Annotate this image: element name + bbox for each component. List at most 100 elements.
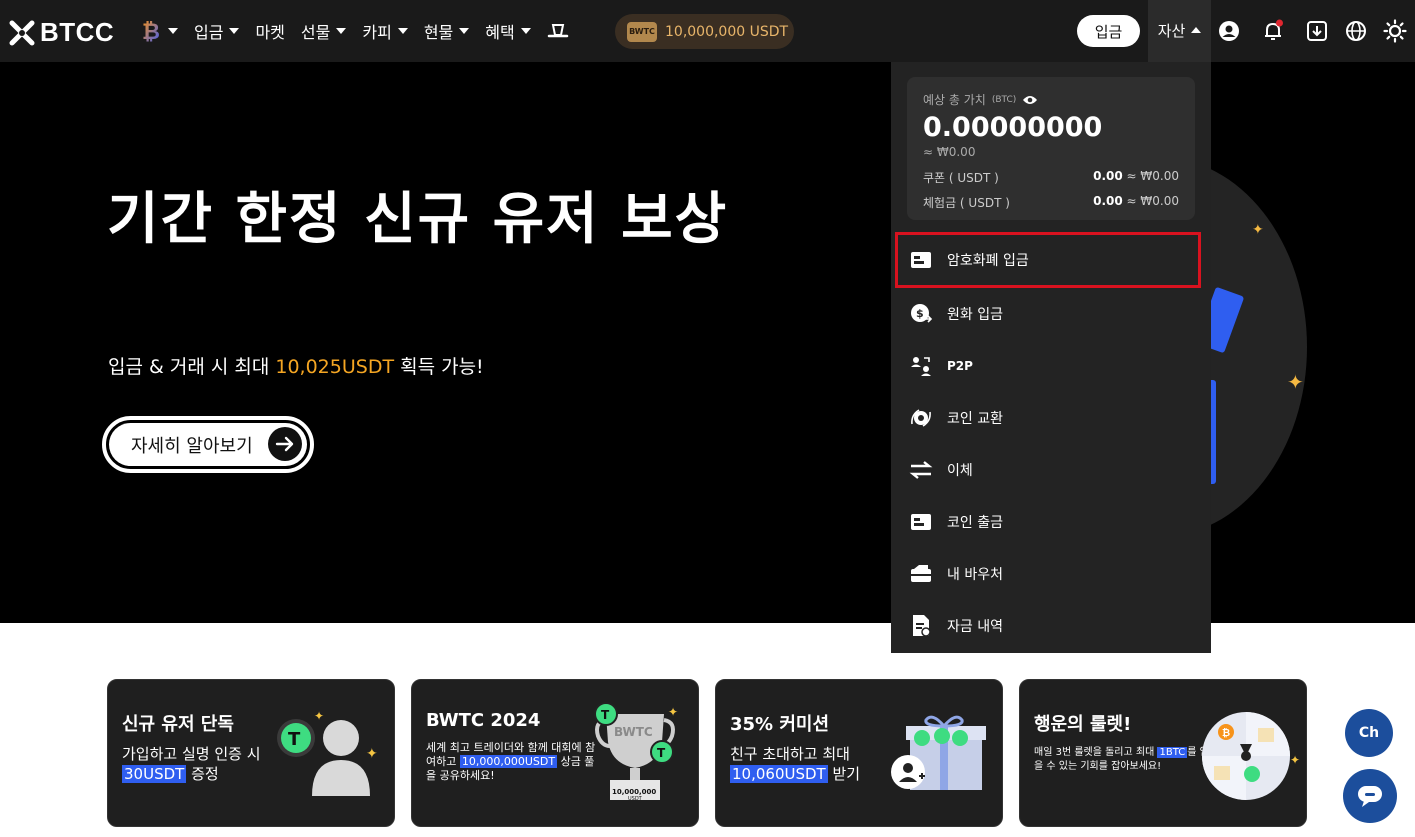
chevron-down-icon <box>229 28 240 34</box>
trial-value: 0.00 <box>1093 194 1123 208</box>
estimated-unit: (BTC) <box>991 94 1017 105</box>
nav-label: 카피 <box>362 23 392 42</box>
nav-label: 입금 <box>194 23 224 42</box>
assets-menu-tab[interactable]: 자산 <box>1148 0 1211 62</box>
nav-bitcoin-menu[interactable]: ₿ <box>140 18 178 44</box>
deposit-button[interactable]: 입금 <box>1077 15 1140 47</box>
hero-title: 기간 한정 신규 유저 보상 <box>107 187 729 252</box>
svg-text:✦: ✦ <box>366 746 378 762</box>
fund-history-icon <box>909 614 933 638</box>
nav-market[interactable]: 마켓 <box>255 19 284 43</box>
support-chat-button[interactable] <box>1343 769 1397 823</box>
menu-coin-withdraw[interactable]: 코인 출금 <box>895 494 1201 550</box>
coupon-value-wrap: 0.00 ≈ ₩0.00 <box>1093 169 1179 186</box>
download-app-icon[interactable] <box>1305 19 1329 43</box>
transfer-icon <box>909 458 933 482</box>
roulette-wheel-icon: ₿ ✦ <box>1202 712 1300 800</box>
coupon-value: 0.00 <box>1093 169 1123 183</box>
trophy-plate-text: 10,000,000 <box>612 788 656 796</box>
chevron-down-icon <box>168 28 178 34</box>
promo-card-new-user[interactable]: 신규 유저 단독 가입하고 실명 인증 시 30USDT 증정 T ✦ ✦ <box>107 679 395 827</box>
promo-card-bwtc[interactable]: BWTC 2024 세계 최고 트레이더와 함께 대회에 참여하고 10,000… <box>411 679 699 827</box>
svg-text:₿: ₿ <box>142 20 160 44</box>
card-text: 매일 3번 룰렛을 돌리고 최대 1BTC 를 얻을 수 있는 기회를 잡아보세요… <box>1034 746 1214 774</box>
menu-label: 암호화폐 입금 <box>947 253 1029 269</box>
user-profile-icon[interactable] <box>1217 19 1241 43</box>
nav-label: 혜택 <box>485 23 515 42</box>
main-nav: ₿ 입금 마켓 선물 카피 현물 혜택 <box>140 0 585 62</box>
p2p-icon <box>909 354 933 378</box>
learn-more-button[interactable]: 자세히 알아보기 <box>109 423 307 466</box>
menu-fiat-deposit[interactable]: $ 원화 입금 <box>895 286 1201 342</box>
nav-label: 마켓 <box>255 23 285 42</box>
menu-label: P2P <box>947 359 973 373</box>
magic-hat-icon <box>547 24 568 38</box>
card-text-prefix: 가입하고 실명 인증 시 <box>122 745 261 763</box>
new-user-art-icon: T ✦ ✦ <box>277 709 378 796</box>
menu-fund-history[interactable]: 자금 내역 <box>895 598 1201 654</box>
notification-bell-icon[interactable] <box>1261 19 1285 43</box>
coupon-krw: ≈ ₩0.00 <box>1126 169 1179 183</box>
bitcoin-logo-icon: ₿ <box>142 20 160 44</box>
nav-futures[interactable]: 선물 <box>301 19 347 43</box>
estimated-total-label: 예상 총 가치 (BTC) <box>923 91 1179 108</box>
nav-spot[interactable]: 현물 <box>423 19 470 43</box>
trophy-plate-unit: USDT <box>628 796 643 802</box>
estimated-total-value: 0.00000000 <box>923 112 1103 143</box>
trial-value-wrap: 0.00 ≈ ₩0.00 <box>1093 194 1179 211</box>
card-text: 친구 초대하고 최대 10,060USDT 받기 <box>730 744 890 784</box>
menu-label: 자금 내역 <box>947 619 1003 635</box>
trial-fund-row: 체험금 ( USDT ) 0.00 ≈ ₩0.00 <box>923 194 1179 211</box>
nav-deposit[interactable]: 입금 <box>194 19 240 43</box>
card-text-prefix: 친구 초대하고 최대 <box>730 745 850 763</box>
chevron-down-icon <box>459 28 470 34</box>
nav-copy[interactable]: 카피 <box>362 19 408 43</box>
bwtc-badge-icon: BWTC <box>627 21 657 42</box>
svg-text:₿: ₿ <box>1222 727 1230 739</box>
menu-label: 코인 교환 <box>947 411 1003 427</box>
card-highlight: 1BTC <box>1157 747 1188 758</box>
card-text-prefix: 매일 3번 룰렛을 돌리고 최대 <box>1034 747 1158 758</box>
gift-box-icon <box>891 715 986 790</box>
menu-p2p[interactable]: P2P <box>895 338 1201 394</box>
bwtc-trophy-icon: 10,000,000 USDT BWTC T T ✦ <box>594 702 678 802</box>
theme-sun-icon[interactable] <box>1383 19 1407 43</box>
arrow-right-icon <box>268 427 302 461</box>
voucher-icon <box>909 562 933 586</box>
menu-label: 이체 <box>947 463 973 479</box>
card-highlight: 30USDT <box>122 765 187 783</box>
menu-transfer[interactable]: 이체 <box>895 442 1201 498</box>
assets-dropdown-menu: 예상 총 가치 (BTC) 0.00000000 ≈ ₩0.00 쿠폰 ( USD… <box>891 62 1211 653</box>
nav-label: 현물 <box>423 23 454 42</box>
menu-crypto-deposit[interactable]: 암호화폐 입금 <box>895 232 1201 288</box>
card-text: 세계 최고 트레이더와 함께 대회에 참여하고 10,000,000USDT 상… <box>426 741 596 783</box>
eye-icon[interactable] <box>1022 94 1038 106</box>
card-highlight: 10,000,000USDT <box>459 755 558 768</box>
menu-label: 내 바우처 <box>947 567 1003 583</box>
chevron-up-icon <box>1191 27 1202 33</box>
btcc-logo[interactable]: BTCC <box>8 17 114 48</box>
svg-text:✦: ✦ <box>668 705 678 719</box>
sparkle-icon: ✦ <box>1252 222 1264 238</box>
menu-coin-exchange[interactable]: 코인 교환 <box>895 390 1201 446</box>
hero-subtitle-suffix: 획득 가능! <box>394 356 484 378</box>
nav-benefits[interactable]: 혜택 <box>485 19 531 43</box>
promo-cards: 신규 유저 단독 가입하고 실명 인증 시 30USDT 증정 T ✦ ✦ BW… <box>107 679 1307 827</box>
language-globe-icon[interactable] <box>1344 19 1368 43</box>
promo-card-roulette[interactable]: 행운의 룰렛! 매일 3번 룰렛을 돌리고 최대 1BTC 를 얻을 수 있는 기… <box>1019 679 1307 827</box>
trial-label: 체험금 ( USDT ) <box>923 196 1010 210</box>
card-text-suffix: 증정 <box>186 765 219 783</box>
svg-text:✦: ✦ <box>1290 753 1300 767</box>
promo-card-commission[interactable]: 35% 커미션 친구 초대하고 최대 10,060USDT 받기 <box>715 679 1003 827</box>
learn-more-label: 자세히 알아보기 <box>131 435 253 457</box>
top-navigation-bar: BTCC ₿ 입금 마켓 선물 카피 현물 혜택 BWTC 10,000,000… <box>0 0 1415 62</box>
chevron-down-icon <box>336 28 347 34</box>
crypto-deposit-icon <box>909 248 933 272</box>
bwtc-prize-pill[interactable]: BWTC 10,000,000 USDT <box>615 14 794 49</box>
card-text-suffix: 받기 <box>827 765 861 783</box>
channel-chat-button[interactable]: Ch <box>1345 709 1393 757</box>
menu-my-voucher[interactable]: 내 바우처 <box>895 546 1201 602</box>
nav-hat-link[interactable] <box>547 21 569 41</box>
fiat-deposit-icon: $ <box>909 302 933 326</box>
learn-more-button-frame: 자세히 알아보기 <box>102 416 314 473</box>
